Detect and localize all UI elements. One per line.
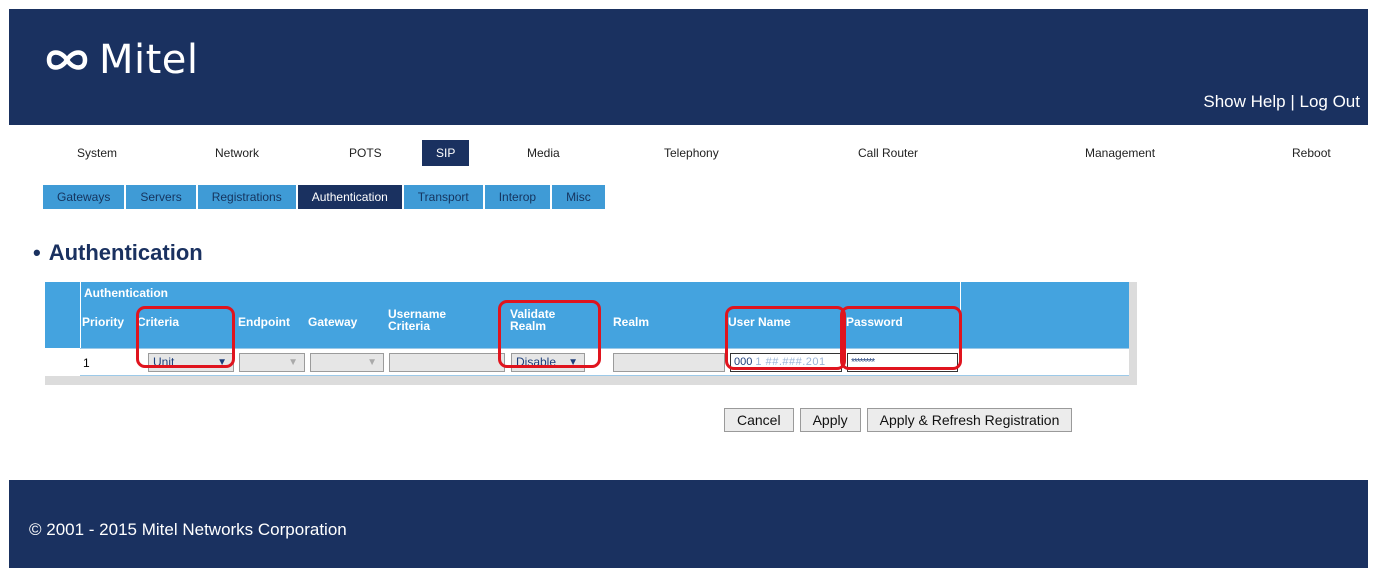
subnav-registrations[interactable]: Registrations — [197, 185, 296, 209]
user-name-prefix: 000 — [734, 356, 753, 368]
header-links: Show Help | Log Out — [1203, 92, 1360, 112]
col-header-user-name: User Name — [728, 315, 791, 329]
authentication-table: Authentication Priority Criteria Endpoin… — [45, 282, 1137, 385]
col-header-username-criteria: Username Criteria — [388, 308, 446, 332]
col-header-realm: Realm — [613, 315, 650, 329]
criteria-select-value: Unit — [153, 355, 175, 369]
apply-button[interactable]: Apply — [799, 408, 861, 432]
copyright-text: © 2001 - 2015 Mitel Networks Corporation — [29, 520, 347, 539]
topnav-network[interactable]: Network — [215, 140, 259, 166]
subnav-transport[interactable]: Transport — [403, 185, 483, 209]
validate-realm-select[interactable]: Disable ▼ — [511, 353, 585, 372]
password-input[interactable]: ******** — [847, 353, 958, 372]
topnav-pots[interactable]: POTS — [349, 140, 382, 166]
page-title: • Authentication — [33, 240, 203, 266]
col-header-priority: Priority — [82, 315, 125, 329]
topnav-media[interactable]: Media — [527, 140, 560, 166]
group-label: Authentication — [84, 286, 168, 300]
gateway-select[interactable]: ▼ — [310, 353, 384, 372]
col-header-endpoint: Endpoint — [238, 315, 290, 329]
top-nav: System Network POTS SIP Media Telephony … — [9, 140, 1368, 166]
table-left-strip — [45, 282, 80, 376]
footer-bar: © 2001 - 2015 Mitel Networks Corporation — [9, 480, 1368, 568]
brand-name: Mitel — [99, 37, 199, 83]
table-body: Authentication Priority Criteria Endpoin… — [45, 282, 1137, 376]
page-title-text: Authentication — [48, 240, 203, 265]
col-header-gateway: Gateway — [308, 315, 358, 329]
app-frame: Mitel Show Help | Log Out System Network… — [9, 9, 1368, 568]
show-help-link[interactable]: Show Help — [1203, 92, 1285, 111]
mitel-infinity-icon — [46, 50, 88, 70]
cell-priority: 1 — [83, 356, 90, 370]
topnav-sip[interactable]: SIP — [422, 140, 470, 166]
topnav-system[interactable]: System — [77, 140, 117, 166]
user-name-input[interactable]: 000 1 ##.###.201 — [730, 353, 842, 372]
chevron-down-icon: ▼ — [568, 357, 578, 368]
col-header-criteria: Criteria — [137, 315, 180, 329]
subnav-gateways[interactable]: Gateways — [43, 185, 125, 209]
topnav-call-router[interactable]: Call Router — [858, 140, 918, 166]
user-name-blurred: 1 ##.###.201 — [755, 356, 826, 368]
subnav-misc[interactable]: Misc — [552, 185, 605, 209]
action-buttons: Cancel Apply Apply & Refresh Registratio… — [724, 408, 1078, 432]
title-bullet: • — [33, 240, 41, 265]
username-criteria-input[interactable] — [389, 353, 505, 372]
cancel-button[interactable]: Cancel — [724, 408, 794, 432]
endpoint-select[interactable]: ▼ — [239, 353, 305, 372]
col-header-password: Password — [846, 315, 903, 329]
col-header-validate-realm: Validate Realm — [510, 308, 555, 332]
validate-realm-select-value: Disable — [516, 355, 557, 369]
log-out-link[interactable]: Log Out — [1300, 92, 1361, 111]
chevron-down-icon: ▼ — [367, 357, 377, 368]
sub-nav: Gateways Servers Registrations Authentic… — [43, 185, 607, 209]
subnav-authentication[interactable]: Authentication — [297, 185, 402, 209]
topnav-management[interactable]: Management — [1085, 140, 1155, 166]
realm-input[interactable] — [613, 353, 725, 372]
chevron-down-icon: ▼ — [288, 357, 298, 368]
table-header — [45, 282, 1129, 348]
topnav-telephony[interactable]: Telephony — [664, 140, 719, 166]
subnav-servers[interactable]: Servers — [126, 185, 196, 209]
col-header-validate-realm-line2: Realm — [510, 319, 547, 333]
header-bar: Mitel Show Help | Log Out — [9, 9, 1368, 125]
criteria-select[interactable]: Unit ▼ — [148, 353, 234, 372]
topnav-reboot[interactable]: Reboot — [1292, 140, 1331, 166]
col-header-username-criteria-line2: Criteria — [388, 319, 431, 333]
brand-logo: Mitel — [41, 37, 199, 83]
subnav-interop[interactable]: Interop — [484, 185, 551, 209]
apply-refresh-registration-button[interactable]: Apply & Refresh Registration — [866, 408, 1073, 432]
chevron-down-icon: ▼ — [217, 357, 227, 368]
header-link-separator: | — [1290, 92, 1295, 111]
